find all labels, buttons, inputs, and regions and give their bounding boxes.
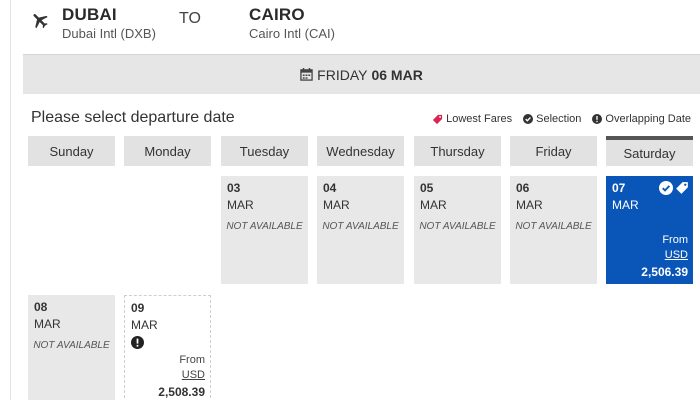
exclamation-circle-icon [592, 114, 603, 124]
fare-price: 2,506.39 [641, 265, 688, 279]
weekday-saturday: Saturday [606, 136, 693, 166]
select-date-prompt: Please select departure date [31, 109, 235, 126]
weekday-friday: Friday [510, 136, 597, 166]
left-divider [10, 0, 11, 400]
day-month: MAR [323, 198, 350, 212]
legend: Lowest Fares Selection Overlapping Date [421, 113, 691, 125]
not-available-label: NOT AVAILABLE [515, 221, 592, 232]
legend-lowest-fares: Lowest Fares [432, 113, 512, 125]
not-available-label: NOT AVAILABLE [33, 340, 110, 351]
legend-selection: Selection [523, 113, 581, 125]
legend-lowest-fares-label: Lowest Fares [446, 113, 513, 125]
origin-airport: Dubai Intl (DXB) [62, 26, 156, 41]
currency-label: USD [664, 249, 688, 261]
weekday-monday: Monday [124, 136, 211, 166]
tag-icon [433, 114, 443, 124]
day-number: 07 [612, 181, 626, 195]
fare-price: 2,508.39 [158, 385, 205, 399]
day-month: MAR [227, 198, 254, 212]
day-month: MAR [516, 198, 543, 212]
destination-airport: Cairo Intl (CAI) [249, 26, 335, 41]
weekday-wednesday: Wednesday [317, 136, 404, 166]
cell-icons [659, 181, 689, 195]
check-circle-icon [523, 114, 534, 124]
currency-label: USD [181, 369, 205, 381]
legend-overlapping-label: Overlapping Date [605, 113, 691, 125]
day-cell-06: 06 MAR NOT AVAILABLE [510, 176, 597, 284]
day-cell-03: 03 MAR NOT AVAILABLE [221, 176, 308, 284]
banner-day: FRIDAY [317, 66, 368, 83]
weekday-sunday: Sunday [28, 136, 115, 166]
exclamation-circle-icon [131, 336, 144, 349]
from-label: From [179, 354, 205, 366]
destination: CAIRO Cairo Intl (CAI) [249, 4, 335, 42]
weekday-tuesday: Tuesday [221, 136, 308, 166]
day-cell-07-selected[interactable]: 07 MAR From USD 2,506.39 [606, 176, 693, 284]
day-number: 06 [516, 181, 530, 195]
day-month: MAR [420, 198, 447, 212]
tag-icon [676, 182, 688, 194]
day-month: MAR [131, 318, 158, 332]
day-number: 03 [227, 181, 241, 195]
day-cell-09[interactable]: 09 MAR From USD 2,508.39 [124, 295, 211, 400]
not-available-label: NOT AVAILABLE [226, 221, 303, 232]
route-header: DUBAI Dubai Intl (DXB) TO CAIRO Cairo In… [30, 4, 690, 48]
banner-date: 06 MAR [371, 66, 423, 83]
origin-city: DUBAI [62, 5, 117, 24]
day-month: MAR [34, 317, 61, 331]
legend-selection-label: Selection [536, 113, 582, 125]
calendar-icon [300, 68, 313, 81]
selected-date-banner: FRIDAY 06 MAR [23, 54, 700, 94]
origin: DUBAI Dubai Intl (DXB) [62, 4, 156, 42]
not-available-label: NOT AVAILABLE [419, 221, 496, 232]
day-number: 05 [420, 181, 434, 195]
day-cell-04: 04 MAR NOT AVAILABLE [317, 176, 404, 284]
day-number: 04 [323, 181, 337, 195]
weekday-thursday: Thursday [414, 136, 501, 166]
legend-overlapping: Overlapping Date [592, 113, 691, 125]
destination-city: CAIRO [249, 5, 305, 24]
check-circle-icon [659, 181, 673, 195]
day-cell-08: 08 MAR NOT AVAILABLE [28, 295, 115, 400]
day-cell-05: 05 MAR NOT AVAILABLE [414, 176, 501, 284]
from-label: From [662, 234, 688, 246]
day-number: 08 [34, 300, 48, 314]
plane-icon [33, 14, 48, 29]
day-month: MAR [612, 198, 639, 212]
day-number: 09 [131, 301, 145, 315]
to-label: TO [179, 10, 201, 27]
not-available-label: NOT AVAILABLE [322, 221, 399, 232]
